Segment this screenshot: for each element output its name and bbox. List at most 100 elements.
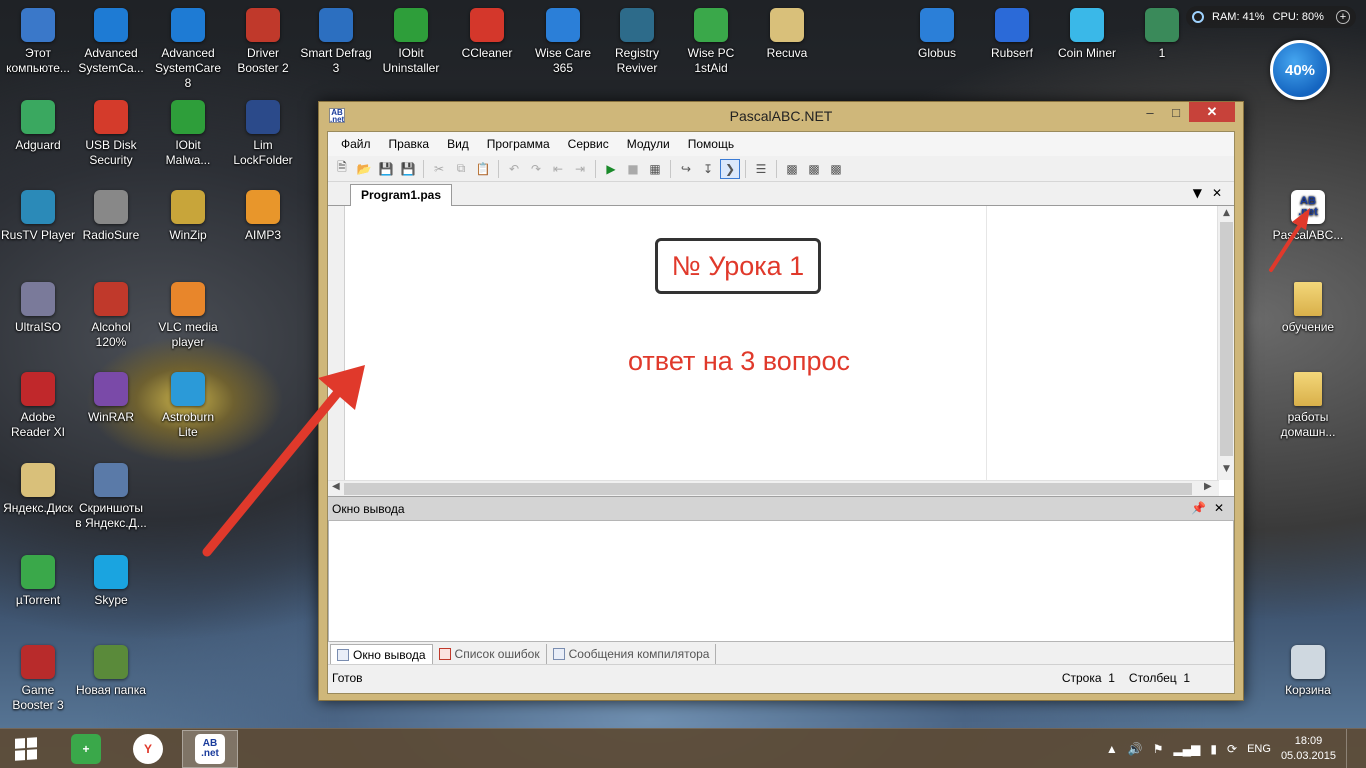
desktop-icon[interactable]: Recuva [749,8,825,61]
desktop-icon[interactable]: IObit Uninstaller [373,8,449,76]
desktop-icon[interactable]: Advanced SystemCare 8 [150,8,226,91]
resource-monitor-gadget[interactable]: RAM: 41% CPU: 80% + [1186,6,1356,28]
desktop-icon[interactable]: IObit Malwa... [150,100,226,168]
stop-icon[interactable]: ■ [623,159,643,179]
desktop-icon[interactable]: USB Disk Security [73,100,149,168]
unindent-icon[interactable]: ⇤ [548,159,568,179]
menu-file[interactable]: Файл [332,137,380,151]
menu-service[interactable]: Сервис [559,137,618,151]
menu-view[interactable]: Вид [438,137,478,151]
clock[interactable]: 18:09 05.03.2015 [1281,734,1336,764]
desktop-icon[interactable]: µTorrent [0,555,76,608]
run-icon[interactable]: ▶ [601,159,621,179]
tab-list-dropdown-icon[interactable]: ▼ [1193,186,1202,200]
pin-icon[interactable]: 📌 [1191,501,1206,515]
desktop-icon[interactable]: Wise Care 365 [525,8,601,76]
volume-icon[interactable]: 🔊 [1128,742,1143,756]
desktop-icon[interactable]: Smart Defrag 3 [298,8,374,76]
desktop-icon[interactable]: CCleaner [449,8,525,61]
start-button[interactable] [0,729,52,768]
redo-icon[interactable]: ↷ [526,159,546,179]
desktop-icon[interactable]: Advanced SystemCa... [73,8,149,76]
menu-help[interactable]: Помощь [679,137,743,151]
percent-gadget[interactable]: 40% [1270,40,1330,100]
horizontal-scroll-thumb[interactable] [344,483,1192,495]
desktop-icon[interactable]: AB .net PascalABC... [1270,190,1346,243]
maximize-button[interactable]: □ [1163,102,1189,122]
taskbar-yandex-browser[interactable]: Y [120,730,176,768]
indent-icon[interactable]: ⇥ [570,159,590,179]
output-window[interactable] [328,520,1234,642]
desktop-icon[interactable]: обучение [1270,282,1346,335]
form-designer-2-icon[interactable]: ▩ [804,159,824,179]
desktop-icon[interactable]: Astroburn Lite [150,372,226,440]
open-folder-icon[interactable]: 📂 [354,159,374,179]
close-tab-icon[interactable]: ✕ [1212,186,1222,200]
taskbar-pascalabc[interactable]: AB .net [182,729,238,768]
desktop-icon[interactable]: VLC media player [150,282,226,350]
step-over-icon[interactable]: ↪ [676,159,696,179]
taskbar-wise-pc-1staid[interactable]: + [58,730,114,768]
language-indicator[interactable]: ENG [1247,743,1271,755]
desktop-icon[interactable]: Скриншоты в Яндекс.Д... [73,463,149,531]
save-icon[interactable]: 💾 [376,159,396,179]
undo-icon[interactable]: ↶ [504,159,524,179]
desktop-icon[interactable]: UltraISO [0,282,76,335]
desktop-icon[interactable]: Globus [899,8,975,61]
desktop-icon[interactable]: Skype [73,555,149,608]
desktop-icon[interactable]: Корзина [1270,645,1346,698]
menu-edit[interactable]: Правка [380,137,439,151]
scroll-up-icon[interactable]: ▲ [1218,208,1235,218]
editor-vertical-scrollbar[interactable]: ▲ ▼ [1217,206,1234,480]
tab-program1[interactable]: Program1.pas [350,184,453,206]
desktop-icon[interactable]: Rubserf [974,8,1050,61]
desktop-icon[interactable]: WinZip [150,190,226,243]
tab-compiler-messages[interactable]: Сообщения компилятора [547,644,717,664]
show-desktop-button[interactable] [1346,728,1352,768]
editor-horizontal-scrollbar[interactable]: ◀ ▶ [328,480,1219,496]
desktop-icon[interactable]: Новая папка [73,645,149,698]
code-editor[interactable]: № Урока 1 ответ на 3 вопрос ▲ ▼ ◀ ▶ [328,206,1234,496]
menu-program[interactable]: Программа [478,137,559,151]
close-output-icon[interactable]: ✕ [1214,501,1224,515]
power-icon[interactable]: ▮ [1210,742,1217,756]
menu-modules[interactable]: Модули [618,137,679,151]
desktop-icon[interactable]: Этот компьюте... [0,8,76,76]
scroll-down-icon[interactable]: ▼ [1218,464,1235,474]
copy-icon[interactable]: ⧉ [451,159,471,179]
tab-error-list[interactable]: Список ошибок [433,644,547,664]
save-all-icon[interactable]: 💾 [398,159,418,179]
new-file-icon[interactable]: 🗎 [332,159,352,179]
desktop-icon[interactable]: Game Booster 3 [0,645,76,713]
desktop-icon[interactable]: Adguard [0,100,76,153]
desktop-icon[interactable]: Яндекс.Диск [0,463,76,516]
desktop-icon[interactable]: Adobe Reader XI [0,372,76,440]
paste-icon[interactable]: 📋 [473,159,493,179]
show-hidden-icons-icon[interactable]: ▲ [1106,742,1118,756]
desktop-icon[interactable]: работы домашн... [1270,372,1346,440]
desktop-icon[interactable]: Wise PC 1stAid [673,8,749,76]
tab-output-window[interactable]: Окно вывода [330,644,433,664]
network-icon[interactable]: ▂▄▆ [1173,742,1200,756]
desktop-icon[interactable]: Driver Booster 2 [225,8,301,76]
desktop-icon[interactable]: RusTV Player [0,190,76,243]
cut-icon[interactable]: ✂ [429,159,449,179]
vertical-scroll-thumb[interactable] [1220,222,1233,456]
console-icon[interactable]: ❯ [720,158,740,179]
scroll-left-icon[interactable]: ◀ [332,481,340,492]
compile-icon[interactable]: ▦ [645,159,665,179]
desktop-icon[interactable]: Alcohol 120% [73,282,149,350]
desktop-icon[interactable]: WinRAR [73,372,149,425]
desktop-icon[interactable]: RadioSure [73,190,149,243]
sync-icon[interactable]: ⟳ [1227,742,1237,756]
desktop-icon[interactable]: Registry Reviver [599,8,675,76]
form-designer-3-icon[interactable]: ▩ [826,159,846,179]
close-button[interactable]: ✕ [1189,102,1235,122]
form-designer-icon[interactable]: ▩ [782,159,802,179]
window-titlebar[interactable]: AB .net PascalABC.NET – □ ✕ [319,102,1243,130]
minimize-button[interactable]: – [1137,102,1163,122]
add-icon[interactable]: + [1336,10,1350,24]
step-into-icon[interactable]: ↧ [698,159,718,179]
format-icon[interactable]: ☰ [751,159,771,179]
desktop-icon[interactable]: AIMP3 [225,190,301,243]
